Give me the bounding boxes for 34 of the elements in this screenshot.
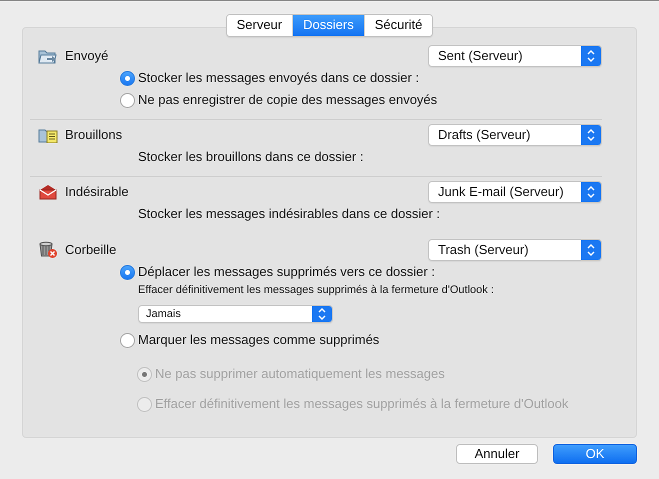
ok-button[interactable]: OK bbox=[553, 444, 637, 464]
folder-arrow-icon bbox=[38, 48, 58, 64]
section-label: Indésirable bbox=[65, 183, 130, 202]
tab[interactable]: Dossiers bbox=[292, 15, 364, 36]
folder-note-icon bbox=[38, 127, 58, 143]
dropdown[interactable]: Sent (Serveur) bbox=[428, 45, 602, 67]
dropdown-arrows-icon bbox=[581, 182, 601, 202]
dropdown[interactable]: Drafts (Serveur) bbox=[428, 124, 602, 146]
radio-label[interactable]: Ne pas enregistrer de copie des messages envoyés bbox=[138, 90, 438, 110]
radio-button[interactable] bbox=[120, 70, 135, 86]
caption-text: Effacer définitivement les messages supprimés à la fermeture d'Outlook : bbox=[138, 283, 495, 297]
section-label: Brouillons bbox=[65, 126, 124, 144]
dropdown-arrows-icon bbox=[581, 240, 601, 260]
dropdown[interactable]: Trash (Serveur) bbox=[428, 239, 602, 261]
dropdown[interactable]: Junk E-mail (Serveur) bbox=[428, 181, 602, 203]
radio-label[interactable]: Marquer les messages comme supprimés bbox=[138, 330, 380, 350]
radio-button[interactable] bbox=[120, 332, 135, 348]
dropdown-arrows-icon bbox=[312, 306, 332, 322]
tab[interactable]: Serveur bbox=[226, 15, 292, 36]
description-text: Stocker les messages indésirables dans ce dossier : bbox=[138, 205, 442, 223]
radio-button[interactable] bbox=[120, 264, 135, 280]
section-label: Corbeille bbox=[65, 241, 118, 260]
dropdown-arrows-icon bbox=[581, 125, 601, 145]
section-label: Envoyé bbox=[65, 47, 110, 66]
radio-label[interactable]: Stocker les messages envoyés dans ce dossier : bbox=[138, 68, 420, 88]
radio-label[interactable]: Déplacer les messages supprimés vers ce dossier : bbox=[138, 262, 435, 282]
trash-icon bbox=[38, 241, 58, 259]
radio-button[interactable] bbox=[120, 92, 135, 108]
dropdown[interactable]: Jamais bbox=[138, 305, 333, 323]
description-text: Stocker les brouillons dans ce dossier : bbox=[138, 148, 364, 166]
cancel-button[interactable]: Annuler bbox=[456, 444, 538, 464]
dropdown-arrows-icon bbox=[581, 46, 601, 66]
envelope-icon bbox=[38, 184, 58, 200]
tab[interactable]: Sécurité bbox=[364, 15, 432, 36]
